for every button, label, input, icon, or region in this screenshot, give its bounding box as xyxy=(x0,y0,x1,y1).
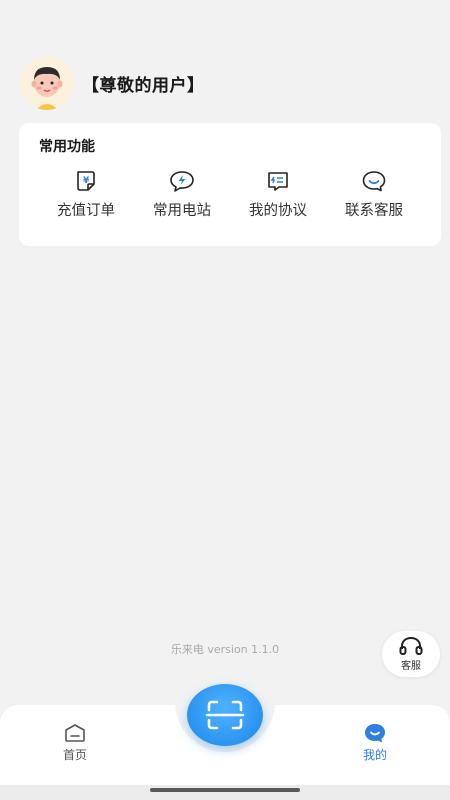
card-title: 常用功能 xyxy=(39,139,95,155)
nav-mine[interactable]: 我的 xyxy=(345,723,405,763)
agreement-icon xyxy=(265,168,291,194)
scan-icon xyxy=(205,700,245,730)
service-floating-button[interactable]: 客服 xyxy=(382,631,440,677)
avatar-face-icon xyxy=(31,67,63,110)
recharge-order-label: 充值订单 xyxy=(57,203,115,219)
customer-service-icon xyxy=(361,168,387,194)
home-icon xyxy=(65,724,85,742)
recharge-order-button[interactable]: ¥ 充值订单 xyxy=(38,168,134,220)
agreement-button[interactable]: 我的协议 xyxy=(230,168,326,220)
headset-icon xyxy=(399,636,423,655)
common-functions-card: 常用功能 ¥ 充值订单 常用电站 我的协议 联系客服 xyxy=(19,123,441,246)
recharge-order-icon: ¥ xyxy=(73,168,99,194)
avatar[interactable] xyxy=(20,56,74,110)
power-station-label: 常用电站 xyxy=(153,203,211,219)
service-label: 客服 xyxy=(401,661,421,672)
profile-header: 【尊敬的用户】 xyxy=(20,56,205,110)
function-list: ¥ 充值订单 常用电站 我的协议 联系客服 xyxy=(19,168,441,220)
power-station-icon xyxy=(169,168,195,194)
customer-service-label: 联系客服 xyxy=(345,203,403,219)
nav-home[interactable]: 首页 xyxy=(45,723,105,763)
svg-text:¥: ¥ xyxy=(83,176,90,186)
nav-home-label: 首页 xyxy=(62,748,87,762)
nav-mine-label: 我的 xyxy=(362,748,387,762)
username: 【尊敬的用户】 xyxy=(82,75,205,96)
power-station-button[interactable]: 常用电站 xyxy=(134,168,230,220)
mine-icon xyxy=(365,724,385,743)
scan-button[interactable] xyxy=(187,684,263,746)
home-indicator[interactable] xyxy=(150,788,300,792)
agreement-label: 我的协议 xyxy=(249,203,307,219)
customer-service-button[interactable]: 联系客服 xyxy=(326,168,422,220)
